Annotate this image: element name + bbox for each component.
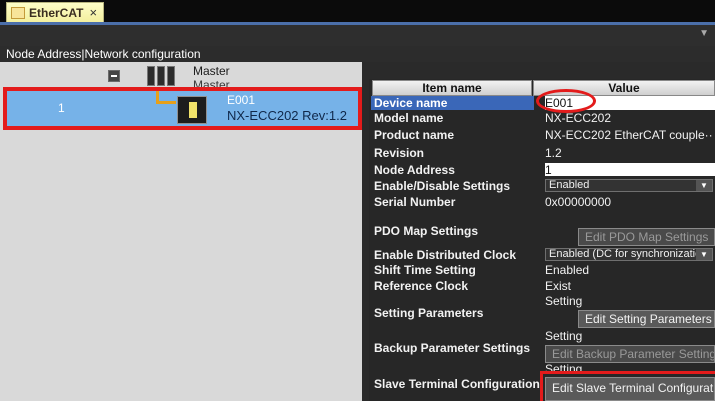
node-address-input[interactable]: 1 (545, 163, 552, 177)
node-address-field-bg (545, 163, 715, 176)
tab-label: EtherCAT (29, 5, 84, 20)
highlight-circle-device-name (536, 89, 596, 113)
row-label-product-name: Product name (374, 128, 455, 142)
tab-strip-accent (0, 22, 715, 25)
highlight-outline-slave-terminal (540, 371, 715, 401)
row-label-serial-number: Serial Number (374, 195, 456, 209)
top-bar (0, 0, 715, 22)
tab-strip: ▼ (0, 22, 715, 46)
row-label-pdo-map: PDO Map Settings (374, 224, 479, 238)
highlight-outline-node (3, 87, 362, 130)
row-label-setting-parameters: Setting Parameters (374, 306, 484, 320)
row-label-shift-time: Shift Time Setting (374, 263, 476, 277)
row-label-device-name: Device name (374, 96, 448, 110)
tree-header: Node Address|Network configuration (0, 46, 715, 62)
dropdown-arrow-icon[interactable]: ▼ (696, 180, 712, 191)
master-controller-icon (145, 66, 177, 88)
row-label-enable-disable: Enable/Disable Settings (374, 179, 511, 193)
tab-ethercat[interactable]: EtherCAT × (6, 2, 105, 22)
setting-parameters-value: Setting (545, 294, 583, 308)
ethercat-tab-icon (11, 6, 25, 19)
close-icon[interactable]: × (89, 5, 97, 20)
revision-value: 1.2 (545, 146, 562, 160)
shift-time-value: Enabled (545, 263, 590, 277)
product-name-value: NX-ECC202 EtherCAT couple··· (545, 128, 713, 142)
dropdown-arrow-icon[interactable]: ▼ (696, 249, 712, 260)
row-label-distributed-clock: Enable Distributed Clock (374, 248, 517, 262)
backup-params-value: Setting (545, 329, 583, 343)
chevron-down-icon[interactable]: ▼ (699, 28, 709, 39)
master-name: Master (193, 64, 230, 78)
row-label-reference-clock: Reference Clock (374, 279, 469, 293)
row-label-slave-terminal: Slave Terminal Configuration (374, 377, 540, 391)
row-label-model-name: Model name (374, 111, 444, 125)
enable-disable-select[interactable]: Enabled ▼ (545, 179, 713, 192)
edit-pdo-map-button[interactable]: Edit PDO Map Settings (578, 228, 715, 246)
row-label-node-address: Node Address (374, 163, 455, 177)
model-name-value: NX-ECC202 (545, 111, 612, 125)
reference-clock-value: Exist (545, 279, 572, 293)
edit-backup-params-button[interactable]: Edit Backup Parameter Setting (545, 345, 715, 363)
edit-setting-parameters-button[interactable]: Edit Setting Parameters (578, 310, 715, 328)
distributed-clock-select[interactable]: Enabled (DC for synchronizatio ▼ (545, 248, 713, 261)
collapse-minus-icon[interactable] (108, 70, 120, 82)
row-label-backup-params: Backup Parameter Settings (374, 341, 531, 355)
serial-number-value: 0x00000000 (545, 195, 612, 209)
column-header-item: Item name (372, 80, 532, 96)
row-label-revision: Revision (374, 146, 425, 160)
enable-disable-selected: Enabled (549, 179, 590, 191)
distributed-clock-selected: Enabled (DC for synchronizatio (549, 248, 702, 260)
